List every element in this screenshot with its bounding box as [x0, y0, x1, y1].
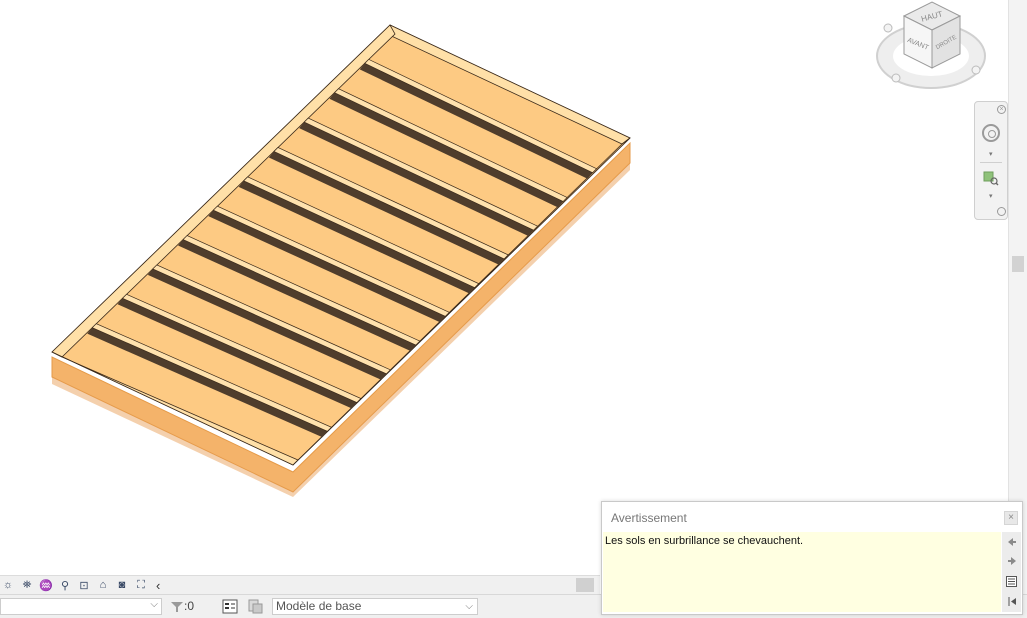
zoom-region-icon[interactable]	[983, 170, 999, 186]
shadows-icon[interactable]: ⛯	[19, 578, 35, 592]
navbar-options-icon[interactable]	[997, 207, 1006, 216]
horizontal-scrollbar-thumb[interactable]	[576, 578, 594, 592]
vertical-scrollbar-thumb[interactable]	[1012, 256, 1024, 272]
navbar-divider	[980, 162, 1002, 163]
warning-dialog: Avertissement × Les sols en surbrillance…	[601, 501, 1023, 615]
viewcube[interactable]: HAUT AVANT DROITE	[874, 0, 992, 96]
design-option-value: Modèle de base	[276, 599, 362, 613]
arrow-left-icon	[1007, 538, 1016, 546]
arrow-right-icon	[1007, 557, 1016, 565]
filter-icon	[171, 601, 183, 612]
chevron-down-icon: ⌵	[150, 599, 158, 610]
next-warning-button[interactable]	[1004, 553, 1019, 569]
selection-filter[interactable]: :0	[170, 599, 194, 614]
reveal-hidden-icon[interactable]: ◙	[114, 578, 130, 592]
navbar-close-icon[interactable]: ×	[997, 105, 1006, 114]
3d-viewport[interactable]: HAUT AVANT DROITE × ▾ ▾	[0, 0, 1008, 575]
chevron-down-icon: ⌵	[465, 601, 473, 612]
view-control-bar: ☼ ⛯ ♒ ⚲ ⊡ ⌂ ◙ ⛶ ‹	[0, 575, 600, 594]
render-icon[interactable]: ♒	[38, 578, 54, 592]
crop-view-icon[interactable]: ⊡	[76, 578, 92, 592]
lock-view-icon[interactable]: ⚲	[57, 578, 73, 592]
show-more-info-button[interactable]	[1004, 573, 1019, 589]
workset-selector[interactable]: ⌵	[0, 598, 162, 615]
compass-point-icon[interactable]	[891, 73, 901, 83]
steering-wheel-icon[interactable]	[982, 124, 1000, 142]
temporary-hide-icon[interactable]: ⌂	[95, 578, 111, 592]
warning-side-buttons	[1002, 532, 1021, 612]
editable-only-icon[interactable]	[222, 599, 238, 614]
expand-icon	[1008, 596, 1016, 606]
collapse-toolbar-icon[interactable]: ‹	[156, 578, 160, 593]
analytical-model-icon[interactable]: ⛶	[133, 578, 149, 592]
design-options-icon[interactable]	[247, 599, 263, 614]
design-option-dropdown[interactable]: Modèle de base ⌵	[272, 598, 478, 615]
warning-body: Les sols en surbrillance se chevauchent.	[603, 532, 1001, 612]
warning-message: Les sols en surbrillance se chevauchent.	[605, 535, 804, 547]
sun-path-icon[interactable]: ☼	[0, 578, 16, 592]
filter-count: :0	[184, 599, 195, 613]
zoom-options-chevron-icon[interactable]: ▾	[989, 192, 993, 200]
warning-close-button[interactable]: ×	[1004, 511, 1018, 525]
expand-warning-button[interactable]	[1004, 593, 1019, 609]
floor-framing-model[interactable]	[0, 0, 1008, 575]
wheel-options-chevron-icon[interactable]: ▾	[989, 150, 993, 158]
compass-point-icon[interactable]	[971, 65, 981, 75]
home-icon[interactable]	[883, 23, 893, 33]
navigation-bar[interactable]: × ▾ ▾	[974, 101, 1008, 220]
warning-title: Avertissement	[611, 511, 687, 525]
details-icon	[1006, 575, 1017, 587]
previous-warning-button[interactable]	[1004, 534, 1019, 550]
